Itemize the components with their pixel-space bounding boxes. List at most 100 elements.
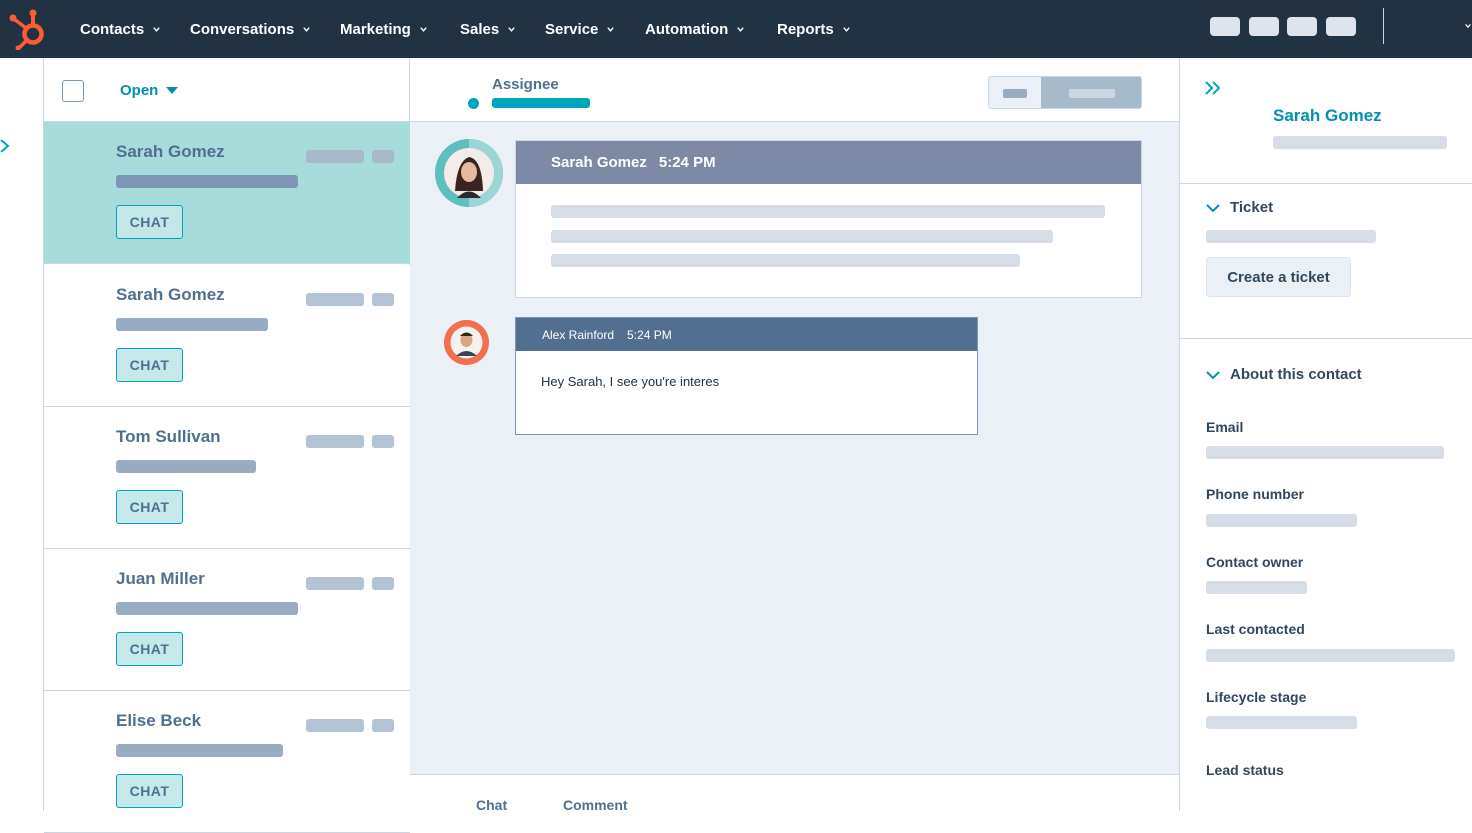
nav-reports[interactable]: Reports [777, 0, 851, 58]
thread-header: Assignee [410, 58, 1179, 122]
chevron-down-icon [420, 26, 427, 32]
chevron-down-icon [1206, 203, 1220, 212]
message-text-placeholder [551, 205, 1105, 218]
conversation-item[interactable]: Sarah Gomez CHAT [44, 265, 410, 407]
email-field-value[interactable] [1206, 446, 1444, 459]
conversation-item[interactable]: Tom Sullivan CHAT [44, 407, 410, 549]
expand-panel-icon[interactable] [0, 138, 12, 154]
agent-avatar-icon [444, 320, 489, 365]
email-field-label: Email [1206, 419, 1244, 435]
nav-utility-button[interactable] [1326, 17, 1356, 36]
nav-reports-label: Reports [777, 20, 834, 38]
count-placeholder [372, 577, 394, 590]
count-placeholder [372, 150, 394, 163]
contact-name[interactable]: Sarah Gomez [1273, 106, 1382, 126]
timestamp-placeholder [306, 719, 364, 732]
ticket-section-title: Ticket [1230, 199, 1274, 216]
conversation-item[interactable]: Sarah Gomez CHAT [44, 122, 410, 264]
nav-utility-button[interactable] [1249, 17, 1279, 36]
view-toggle-option[interactable] [989, 77, 1041, 108]
hubspot-logo-icon[interactable] [8, 6, 48, 50]
nav-divider [1383, 8, 1384, 44]
message-time: 5:24 PM [627, 327, 672, 342]
nav-conversations-label: Conversations [190, 20, 295, 38]
conversation-contact-name: Sarah Gomez [116, 285, 225, 304]
owner-field-label: Contact owner [1206, 554, 1304, 570]
last-contacted-field-label: Last contacted [1206, 621, 1305, 637]
nav-marketing[interactable]: Marketing [340, 0, 428, 58]
message-header: Sarah Gomez 5:24 PM [516, 141, 1141, 184]
chevron-down-icon [303, 26, 310, 32]
chevron-down-icon [508, 26, 515, 32]
conversation-list-header: Open [44, 58, 410, 122]
chevron-down-icon [1206, 370, 1220, 379]
incoming-message: Sarah Gomez 5:24 PM [515, 140, 1142, 298]
conversation-contact-name: Elise Beck [116, 711, 202, 730]
nav-conversations[interactable]: Conversations [190, 0, 311, 58]
channel-badge: CHAT [116, 205, 183, 239]
phone-field-value[interactable] [1206, 514, 1357, 527]
contact-avatar-icon [435, 139, 503, 207]
channel-badge: CHAT [116, 490, 183, 524]
lead-status-field-label: Lead status [1206, 762, 1284, 778]
create-ticket-button[interactable]: Create a ticket [1206, 257, 1351, 297]
view-toggle-option-active[interactable] [1041, 77, 1141, 108]
about-section-toggle[interactable]: About this contact [1206, 366, 1362, 383]
conversation-preview-placeholder [116, 744, 283, 757]
agent-avatar [444, 320, 489, 365]
count-placeholder [372, 435, 394, 448]
nav-contacts[interactable]: Contacts [80, 0, 161, 58]
conversation-preview-placeholder [116, 318, 268, 331]
double-chevron-right-icon[interactable] [1204, 80, 1224, 96]
contact-subtitle-placeholder [1273, 136, 1447, 149]
count-placeholder [372, 293, 394, 306]
chevron-down-icon [842, 26, 850, 32]
left-collapsed-panel [0, 58, 44, 811]
phone-field-label: Phone number [1206, 486, 1305, 502]
chevron-down-icon [607, 26, 615, 32]
contact-avatar [435, 139, 503, 207]
nav-service-label: Service [545, 20, 599, 38]
conversation-item[interactable]: Juan Miller CHAT [44, 549, 410, 691]
chevron-down-icon [153, 26, 160, 32]
lifecycle-field-value[interactable] [1206, 716, 1357, 729]
conversation-contact-name: Sarah Gomez [116, 142, 225, 161]
channel-badge: CHAT [116, 774, 183, 808]
channel-badge: CHAT [116, 632, 183, 666]
nav-utility-button[interactable] [1210, 17, 1240, 36]
timestamp-placeholder [306, 577, 364, 590]
conversation-contact-name: Tom Sullivan [116, 427, 221, 446]
outgoing-message: Alex Rainford 5:24 PM Hey Sarah, I see y… [515, 317, 978, 435]
message-text-placeholder [551, 230, 1053, 243]
conversation-contact-name: Juan Miller [116, 569, 205, 588]
online-status-dot [468, 98, 479, 109]
nav-service[interactable]: Service [545, 0, 615, 58]
assignee-label: Assignee [492, 76, 559, 93]
conversation-preview-placeholder [116, 602, 298, 615]
owner-field-value[interactable] [1206, 581, 1307, 594]
status-filter-label: Open [120, 82, 159, 99]
assignee-selector[interactable] [492, 98, 590, 108]
select-all-checkbox[interactable] [62, 80, 84, 102]
ticket-section-toggle[interactable]: Ticket [1206, 199, 1273, 216]
conversation-thread: Assignee Sarah Gomez 5:24 PM Alex Rainfo… [410, 58, 1179, 813]
caret-down-icon [166, 87, 179, 94]
about-section-title: About this contact [1230, 366, 1362, 383]
status-filter-dropdown[interactable]: Open [120, 82, 179, 99]
conversation-item[interactable]: Elise Beck CHAT [44, 691, 410, 833]
nav-contacts-label: Contacts [80, 20, 145, 38]
message-body: Hey Sarah, I see you're interes [541, 374, 720, 389]
last-contacted-field-value[interactable] [1206, 649, 1455, 662]
nav-sales[interactable]: Sales [460, 0, 516, 58]
nav-automation[interactable]: Automation [645, 0, 745, 58]
channel-badge: CHAT [116, 348, 183, 382]
nav-utility-button[interactable] [1287, 17, 1317, 36]
message-sender: Sarah Gomez [551, 154, 647, 171]
chevron-down-icon [737, 26, 745, 32]
account-chevron-down-icon[interactable] [1464, 22, 1472, 30]
conversation-list: Open Sarah Gomez CHAT Sarah Gomez CHAT T… [44, 58, 410, 833]
conversation-preview-placeholder [116, 460, 256, 473]
ticket-placeholder [1206, 230, 1376, 243]
lifecycle-field-label: Lifecycle stage [1206, 689, 1307, 705]
view-toggle[interactable] [988, 76, 1142, 109]
